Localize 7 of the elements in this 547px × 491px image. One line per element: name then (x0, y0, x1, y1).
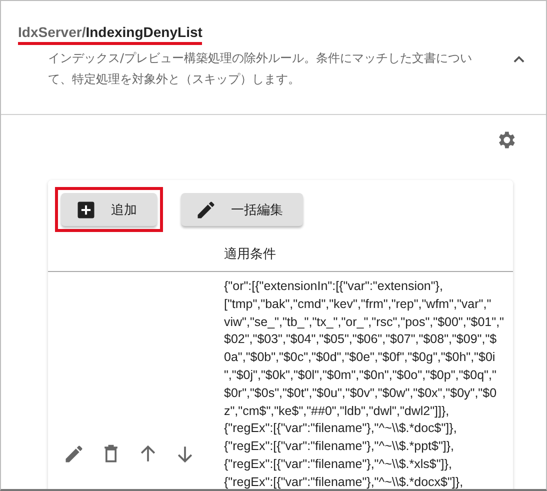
page-title: IdxServer/IndexingDenyList (18, 24, 202, 45)
pencil-icon (195, 198, 217, 220)
add-button[interactable]: 追加 (61, 193, 157, 226)
column-header: 適用条件 (48, 232, 513, 272)
condition-cell: {"or":[{"extensionIn":[{"var":"extension"}, ["tmp","bak","cmd","kev","frm","rep","wfm","var"," viw","se_","tb_","tx_","or_","rsc","pos","$00","$01"," $02","$03","$04","$05","$06","$07","$08","$09","$ 0a","$0b","$0c","$0d","$0e","$0f","$0g","$0h","$0i ","$0j","$0k","$0l","$0m","$0n","$0o","$0p","$0q"," $0r","$0s","$0t","$0u","$0v","$0w","$0x","$0y","$0 z","cm$","ke$","##0","ldb","dwl","dwl2"]]}, {"regEx":[{"var":"filename"},"^~\\$.*doc$"]}, {"regEx":[{"var":"filename"},"^~\\$.*ppt$"]}, {"regEx":[{"var":"filename"},"^~\\$.*xls$"]}, {"regEx":[{"var":"filename"},"^~\\$.*docx$"]}, (224, 278, 504, 489)
description-text: インデックス/プレビュー構築処理の除外ルール。条件にマッチした文書について、特定処理を対象外と（スキップ）します。 (48, 50, 474, 88)
bulk-edit-button[interactable]: 一括編集 (181, 193, 303, 226)
